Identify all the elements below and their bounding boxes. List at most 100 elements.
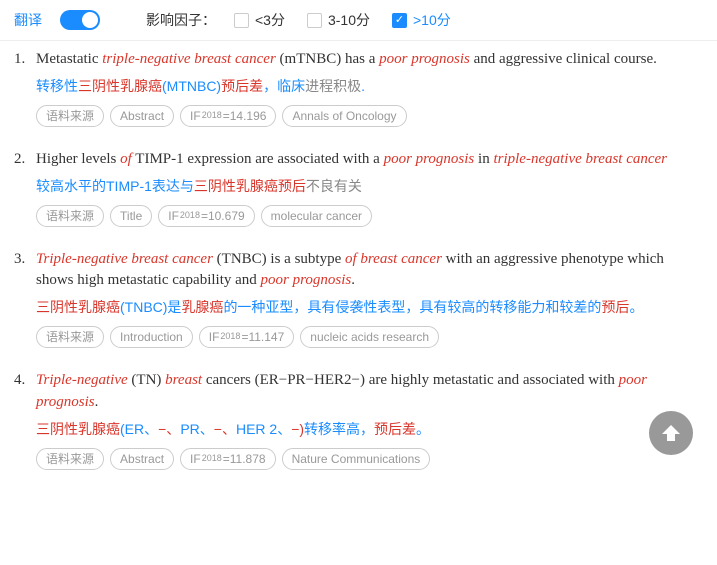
translation-text: (ER、 (120, 421, 158, 437)
tag-impact-factor[interactable]: IF2018=14.196 (180, 105, 276, 127)
result-body: Triple-negative (TN) breast cancers (ER−… (36, 370, 703, 470)
result-tags: 语料来源 Abstract IF2018=14.196 Annals of Oncol… (36, 105, 703, 127)
translation-text: 转移率高， (304, 421, 374, 437)
sentence-text: . (351, 272, 355, 288)
translation-text: . (361, 78, 365, 94)
tag-journal[interactable]: Annals of Oncology (282, 105, 406, 127)
result-tags: 语料来源 Introduction IF2018=11.147nucleic aci… (36, 326, 703, 348)
sentence-text: Metastatic (36, 51, 102, 67)
sentence-text: (TNBC) is a subtype (213, 251, 345, 267)
tag-source[interactable]: 语料来源 (36, 105, 104, 127)
highlight-term: of (120, 151, 132, 167)
tag-section[interactable]: Title (110, 205, 152, 227)
sentence-text: and aggressive clinical course. (470, 51, 657, 67)
translation-highlight: −) (291, 421, 304, 437)
translation-text: PR、 (180, 421, 213, 437)
result-translation: 较高水平的TIMP-1表达与三阴性乳腺癌预后不良有关 (36, 176, 703, 197)
tag-journal[interactable]: Nature Communications (282, 448, 431, 470)
topbar: 翻译 影响因子： <3分 3-10分 ✓ >10分 (0, 0, 717, 41)
checkbox-label: 3-10分 (328, 10, 370, 30)
highlight-term: of breast cancer (345, 251, 442, 267)
sentence-text: in (474, 151, 493, 167)
highlight-term: breast (165, 372, 202, 388)
translation-highlight: −、 (158, 421, 180, 437)
checkbox-gt10[interactable]: ✓ >10分 (392, 10, 451, 30)
checkbox-lt3[interactable]: <3分 (234, 10, 285, 30)
result-item: 4.Triple-negative (TN) breast cancers (E… (14, 370, 703, 470)
translation-highlight: 三阴性乳腺癌 (36, 299, 120, 315)
highlight-term: triple-negative breast cancer (493, 151, 667, 167)
tag-section[interactable]: Abstract (110, 448, 174, 470)
result-number: 1. (14, 49, 36, 127)
translation-highlight: 预后差 (221, 78, 263, 94)
translation-text: 。 (629, 299, 643, 315)
result-number: 4. (14, 370, 36, 470)
highlight-term: poor prognosis (261, 272, 352, 288)
highlight-term: Triple-negative breast cancer (36, 251, 213, 267)
result-item: 3.Triple-negative breast cancer (TNBC) i… (14, 249, 703, 349)
translation-highlight: 三阴性乳腺癌 (78, 78, 162, 94)
translation-highlight: 三阴性乳腺癌预后 (194, 178, 306, 194)
highlight-term: triple-negative breast cancer (102, 51, 276, 67)
result-tags: 语料来源 Abstract IF2018=11.878 Nature Communic… (36, 448, 703, 470)
translation-text: 较高水平的TIMP-1表达与 (36, 178, 194, 194)
checkbox-label: >10分 (413, 10, 451, 30)
translate-toggle[interactable] (60, 10, 100, 30)
tag-source[interactable]: 语料来源 (36, 205, 104, 227)
result-item: 2.Higher levels of TIMP-1 expression are… (14, 149, 703, 227)
checkbox-3to10[interactable]: 3-10分 (307, 10, 370, 30)
result-sentence: Higher levels of TIMP-1 expression are a… (36, 149, 703, 171)
tag-section[interactable]: Abstract (110, 105, 174, 127)
highlight-term: poor prognosis (379, 51, 470, 67)
check-icon: ✓ (395, 15, 404, 26)
translation-highlight: 预后 (601, 299, 629, 315)
translation-text: ，临床 (263, 78, 305, 94)
result-item: 1.Metastatic triple-negative breast canc… (14, 49, 703, 127)
translation-highlight: 三阴性乳腺癌 (36, 421, 120, 437)
tag-journal[interactable]: molecular cancer (261, 205, 372, 227)
result-sentence: Triple-negative (TN) breast cancers (ER−… (36, 370, 703, 414)
result-sentence: Metastatic triple-negative breast cancer… (36, 49, 703, 71)
checkbox-label: <3分 (255, 10, 285, 30)
translation-highlight: −、 (214, 421, 236, 437)
impact-factor-label: 影响因子： (146, 10, 216, 30)
tag-section[interactable]: Introduction (110, 326, 193, 348)
result-tags: 语料来源 Title IF2018=10.679 molecular cancer (36, 205, 703, 227)
scroll-to-top-button[interactable] (649, 411, 693, 455)
checkbox-box: ✓ (392, 13, 407, 28)
result-body: Metastatic triple-negative breast cancer… (36, 49, 703, 127)
translation-gray: 不良有关 (306, 178, 362, 194)
toggle-knob (82, 12, 98, 28)
translation-text: HER 2、 (236, 421, 291, 437)
translation-gray: 进程积极 (305, 78, 361, 94)
checkbox-group: <3分 3-10分 ✓ >10分 (234, 10, 451, 30)
translation-text: 。 (416, 421, 430, 437)
tag-source[interactable]: 语料来源 (36, 448, 104, 470)
sentence-text: cancers (ER−PR−HER2−) are highly metasta… (202, 372, 619, 388)
tag-journal[interactable]: nucleic acids research (300, 326, 439, 348)
result-number: 2. (14, 149, 36, 227)
result-translation: 三阴性乳腺癌(ER、−、PR、−、HER 2、−)转移率高，预后差。 (36, 419, 703, 440)
result-translation: 转移性三阴性乳腺癌(MTNBC)预后差，临床进程积极. (36, 76, 703, 97)
checkbox-box (234, 13, 249, 28)
arrow-up-icon (659, 421, 683, 445)
tag-impact-factor[interactable]: IF2018=11.878 (180, 448, 276, 470)
tag-impact-factor[interactable]: IF2018=11.147 (199, 326, 295, 348)
translation-highlight: 预后差 (374, 421, 416, 437)
tag-impact-factor[interactable]: IF2018=10.679 (158, 205, 254, 227)
translation-highlight: 乳腺癌 (181, 299, 223, 315)
result-body: Triple-negative breast cancer (TNBC) is … (36, 249, 703, 349)
sentence-text: (TN) (128, 372, 166, 388)
highlight-term: Triple-negative (36, 372, 128, 388)
translation-text: 转移性 (36, 78, 78, 94)
result-body: Higher levels of TIMP-1 expression are a… (36, 149, 703, 227)
checkbox-box (307, 13, 322, 28)
result-number: 3. (14, 249, 36, 349)
result-translation: 三阴性乳腺癌(TNBC)是乳腺癌的一种亚型，具有侵袭性表型，具有较高的转移能力和… (36, 297, 703, 318)
sentence-text: (mTNBC) has a (276, 51, 379, 67)
translation-text: (TNBC)是 (120, 299, 181, 315)
sentence-text: . (95, 394, 99, 410)
result-sentence: Triple-negative breast cancer (TNBC) is … (36, 249, 703, 293)
tag-source[interactable]: 语料来源 (36, 326, 104, 348)
translation-text: (MTNBC) (162, 78, 221, 94)
